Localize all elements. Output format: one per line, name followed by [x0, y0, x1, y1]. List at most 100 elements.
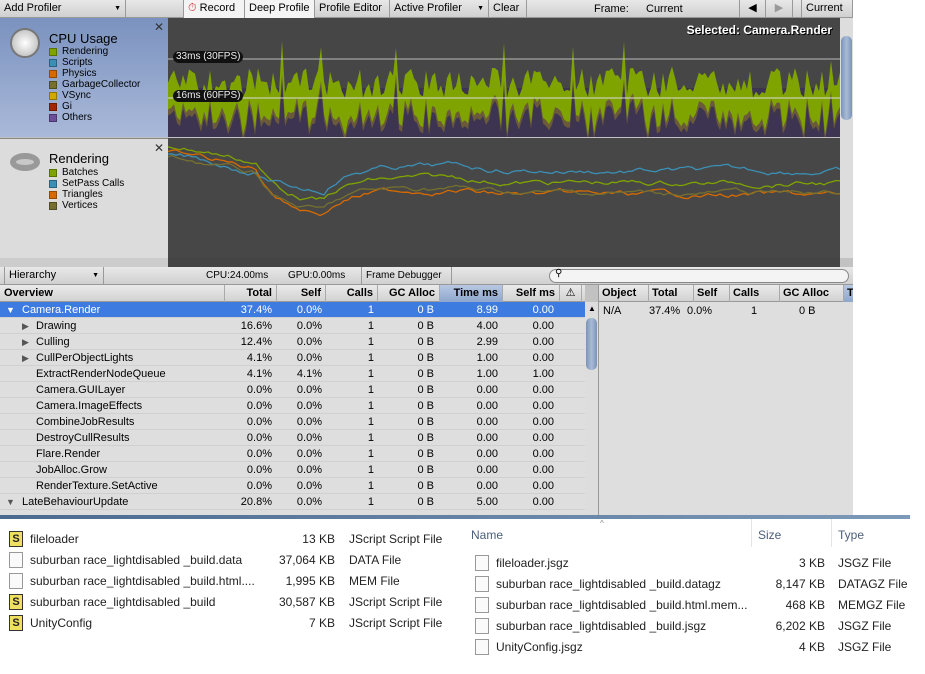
column-header[interactable]: Total: [649, 285, 694, 302]
expand-closed-icon[interactable]: ▶: [22, 318, 29, 334]
sort-arrow-icon: ^: [600, 519, 604, 528]
legend-item[interactable]: SetPass Calls: [49, 178, 124, 189]
cpu-graph[interactable]: 33ms (30FPS) 16ms (60FPS) Selected: Came…: [168, 18, 840, 137]
column-header[interactable]: Self: [694, 285, 730, 302]
details-row[interactable]: N/A 37.4% 0.0% 1 0 B: [599, 303, 853, 319]
hierarchy-scrollbar[interactable]: ▲: [585, 302, 598, 515]
record-button[interactable]: ⏱ Record: [183, 0, 245, 18]
scroll-thumb[interactable]: [841, 36, 852, 120]
selfms-cell: 0.00: [532, 448, 554, 460]
details-header: ObjectTotalSelfCallsGC AllocTime: [599, 285, 853, 302]
legend-item[interactable]: Scripts: [49, 57, 140, 68]
column-header[interactable]: Object: [599, 285, 649, 302]
active-profiler-dropdown[interactable]: Active Profiler ▼: [390, 0, 489, 18]
hierarchy-dropdown[interactable]: Hierarchy ▼: [4, 267, 104, 285]
expand-closed-icon[interactable]: ▶: [22, 350, 29, 366]
scroll-up-icon[interactable]: ▲: [588, 304, 596, 313]
column-header[interactable]: Overview: [0, 285, 225, 302]
self-cell: 0.0%: [296, 480, 322, 492]
fps-60-label: 16ms (60FPS): [173, 90, 244, 102]
table-row[interactable]: Camera.ImageEffects 0.0% 0.0% 1 0 B 0.00 0.00: [0, 398, 585, 414]
column-header[interactable]: Self ms: [503, 285, 560, 302]
total-cell: 20.8%: [240, 496, 272, 508]
deep-profile-button[interactable]: Deep Profile: [245, 0, 315, 18]
column-header[interactable]: GC Alloc: [780, 285, 844, 302]
legend-item[interactable]: GarbageCollector: [49, 79, 140, 90]
frame-debugger-button[interactable]: Frame Debugger: [361, 267, 452, 285]
profile-editor-button[interactable]: Profile Editor: [315, 0, 390, 18]
table-row[interactable]: DestroyCullResults 0.0% 0.0% 1 0 B 0.00 0.00: [0, 430, 585, 446]
time-cell: 1.00: [476, 368, 498, 380]
column-header[interactable]: Calls: [326, 285, 378, 302]
scroll-thumb[interactable]: [586, 318, 597, 370]
column-name[interactable]: Name: [471, 528, 503, 542]
add-profiler-dropdown[interactable]: Add Profiler ▼: [0, 0, 126, 18]
current-frame-button[interactable]: Current: [801, 0, 853, 18]
gc-cell: 0 B: [417, 352, 434, 364]
warning-icon[interactable]: ⚠: [560, 285, 582, 302]
column-header[interactable]: Calls: [730, 285, 780, 302]
total-cell: 37.4%: [649, 305, 681, 317]
expand-open-icon[interactable]: ▼: [6, 494, 15, 510]
close-icon[interactable]: ✕: [154, 141, 164, 155]
file-row[interactable]: Ssuburban race_lightdisabled _build 30,58…: [0, 592, 455, 613]
table-row[interactable]: ▼ Camera.Render 37.4% 0.0% 1 0 B 8.99 0.00: [0, 302, 585, 318]
file-row[interactable]: suburban race_lightdisabled _build.jsgz 6…: [455, 616, 910, 637]
legend-item[interactable]: Batches: [49, 167, 124, 178]
rendering-graph[interactable]: [167, 138, 841, 258]
cpu-usage-panel[interactable]: CPU Usage Rendering Scripts Physics Garbage…: [0, 18, 168, 137]
column-type[interactable]: Type: [838, 528, 864, 542]
column-header[interactable]: GC Alloc: [378, 285, 440, 302]
table-row[interactable]: ▶ Culling 12.4% 0.0% 1 0 B 2.99 0.00: [0, 334, 585, 350]
column-header[interactable]: Time: [844, 285, 853, 302]
active-profiler-label: Active Profiler: [394, 2, 462, 14]
file-row[interactable]: fileloader.jsgz 3 KB JSGZ File: [455, 553, 910, 574]
time-cell: 0.00: [476, 416, 498, 428]
legend-item[interactable]: Others: [49, 112, 140, 123]
legend-item[interactable]: Vertices: [49, 200, 124, 211]
column-header[interactable]: Total: [225, 285, 277, 302]
time-cell: 0.00: [476, 448, 498, 460]
file-row[interactable]: S UnityConfig 7 KB JScript Script File: [0, 613, 455, 634]
table-row[interactable]: ▶ CullPerObjectLights 4.1% 0.0% 1 0 B 1.00 0.00: [0, 350, 585, 366]
column-header[interactable]: Self: [277, 285, 326, 302]
profiler-scrollbar[interactable]: [840, 18, 853, 258]
table-row[interactable]: ▶ Drawing 16.6% 0.0% 1 0 B 4.00 0.00: [0, 318, 585, 334]
file-row[interactable]: suburban race_lightdisabled _build.datag…: [455, 574, 910, 595]
selfms-cell: 0.00: [532, 464, 554, 476]
table-row[interactable]: Camera.GUILayer 0.0% 0.0% 1 0 B 0.00 0.00: [0, 382, 585, 398]
file-row[interactable]: suburban race_lightdisabled _build.data 3…: [0, 550, 455, 571]
file-size: 37,064 KB: [278, 553, 335, 567]
time-cell: 0.00: [476, 432, 498, 444]
self-cell: 0.0%: [687, 305, 713, 317]
expand-closed-icon[interactable]: ▶: [22, 334, 29, 350]
legend-item[interactable]: Triangles: [49, 189, 124, 200]
file-row[interactable]: suburban race_lightdisabled _build.html.…: [0, 571, 455, 592]
table-row[interactable]: ExtractRenderNodeQueue 4.1% 4.1% 1 0 B 1.00 1.…: [0, 366, 585, 382]
table-row[interactable]: RenderTexture.SetActive 0.0% 0.0% 1 0 B 0.00 0…: [0, 478, 585, 494]
table-row[interactable]: ▼ LateBehaviourUpdate 20.8% 0.0% 1 0 B 5.00 0.0…: [0, 494, 585, 510]
legend-item[interactable]: VSync: [49, 90, 140, 101]
table-row[interactable]: JobAlloc.Grow 0.0% 0.0% 1 0 B 0.00 0.00: [0, 462, 585, 478]
file-row[interactable]: Sfileloader 13 KB JScript Script File: [0, 529, 455, 550]
dropdown-arrow-icon: ▼: [114, 5, 121, 12]
table-row[interactable]: Flare.Render 0.0% 0.0% 1 0 B 0.00 0.00: [0, 446, 585, 462]
legend-item[interactable]: Physics: [49, 68, 140, 79]
file-row[interactable]: suburban race_lightdisabled _build.html.…: [455, 595, 910, 616]
total-cell: 0.0%: [246, 480, 272, 492]
file-size: 13 KB: [302, 532, 335, 546]
expand-open-icon[interactable]: ▼: [6, 302, 15, 318]
rendering-panel[interactable]: Rendering Batches SetPass Calls Triangles V…: [0, 138, 168, 258]
table-row[interactable]: CombineJobResults 0.0% 0.0% 1 0 B 0.00 0.00: [0, 414, 585, 430]
legend-item[interactable]: Gi: [49, 101, 140, 112]
clear-button[interactable]: Clear: [489, 0, 527, 18]
close-icon[interactable]: ✕: [154, 20, 164, 34]
column-header[interactable]: Time ms: [440, 285, 503, 302]
file-row[interactable]: UnityConfig.jsgz 4 KB JSGZ File: [455, 637, 910, 658]
search-input[interactable]: ⚲: [549, 268, 849, 283]
next-frame-button[interactable]: ▶: [766, 0, 793, 18]
column-size[interactable]: Size: [758, 528, 781, 542]
file-icon: [475, 555, 489, 571]
prev-frame-button[interactable]: ◀: [739, 0, 766, 18]
legend-item[interactable]: Rendering: [49, 46, 140, 57]
